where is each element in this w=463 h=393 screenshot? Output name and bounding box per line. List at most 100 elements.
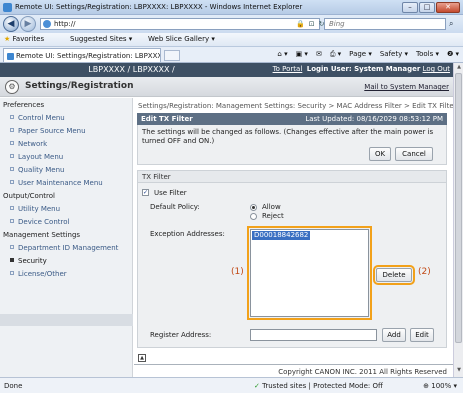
window-titlebar: Remote UI: Settings/Registration: LBPXXX… [0, 0, 463, 15]
tools-menu[interactable]: Tools ▾ [416, 50, 439, 59]
zoom-icon: ⊕ [423, 382, 429, 390]
sidebar-item-user-maintenance-menu[interactable]: User Maintenance Menu [10, 179, 103, 187]
sidebar-item-device-control[interactable]: Device Control [10, 218, 69, 226]
mail-icon[interactable]: ✉ [316, 50, 322, 59]
edit-tx-filter-title: Edit TX Filter [141, 115, 193, 123]
breadcrumb: Settings/Registration: Management Settin… [138, 102, 453, 110]
device-name: LBPXXXX / LBPXXXX / [88, 65, 175, 74]
sidebar-item-paper-source-menu[interactable]: Paper Source Menu [10, 127, 86, 135]
notice-text: The settings will be changed as follows.… [142, 128, 434, 145]
page-viewport: LBPXXXX / LBPXXXX / To Portal Login User… [0, 63, 453, 377]
delete-button[interactable]: Delete [373, 265, 415, 285]
cancel-button[interactable]: Cancel [395, 147, 433, 161]
lock-icon[interactable]: 🔒 [296, 20, 305, 28]
favorites-bar: ★ Favorites Suggested Sites ▾ Web Slice … [0, 33, 463, 47]
address-url[interactable]: http:// [54, 20, 75, 28]
scroll-down-icon[interactable]: ▼ [455, 367, 463, 375]
security-zone[interactable]: ✓ Trusted sites | Protected Mode: Off [254, 382, 383, 390]
to-portal-link[interactable]: To Portal [273, 65, 303, 73]
register-address-input[interactable] [250, 329, 377, 341]
settings-header: ⚙ Settings/Registration Mail to System M… [0, 77, 453, 97]
tx-filter-form: ✓ Use Filter Default Policy: Allow Rejec… [137, 183, 447, 348]
scrollbar-thumb[interactable] [455, 73, 462, 343]
sidebar: Preferences Control Menu Paper Source Me… [0, 98, 133, 377]
star-icon: ★ [4, 35, 11, 43]
back-to-top-icon[interactable]: ▲ [138, 354, 146, 362]
main-content: Settings/Registration: Management Settin… [134, 98, 453, 377]
reject-label: Reject [262, 212, 284, 220]
log-out-link[interactable]: Log Out [423, 65, 450, 73]
sidebar-item-utility-menu[interactable]: Utility Menu [10, 205, 60, 213]
forward-button[interactable]: ▶ [20, 16, 36, 32]
page-title: Settings/Registration [25, 81, 134, 91]
mail-to-manager-link[interactable]: Mail to System Manager [364, 83, 449, 91]
list-item[interactable]: D00018842682 [252, 231, 311, 240]
feeds-icon[interactable]: ▣ ▾ [296, 50, 308, 59]
window-title: Remote UI: Settings/Registration: LBPXXX… [15, 3, 303, 11]
home-icon[interactable]: ⌂ ▾ [277, 50, 287, 59]
exception-addresses-list[interactable]: D00018842682 [247, 226, 372, 320]
safety-menu[interactable]: Safety ▾ [380, 50, 408, 59]
reject-radio[interactable] [250, 213, 257, 220]
tab-label: Remote UI: Settings/Registration: LBPXXX… [16, 52, 160, 60]
new-tab-button[interactable] [164, 50, 180, 61]
minimize-button[interactable]: – [402, 2, 418, 13]
sidebar-category-management-settings[interactable]: Management Settings [3, 231, 80, 239]
sidebar-item-quality-menu[interactable]: Quality Menu [10, 166, 64, 174]
ie-icon [3, 3, 12, 12]
exception-addresses-label: Exception Addresses: [150, 230, 225, 238]
sidebar-active-highlight [0, 314, 133, 326]
sidebar-category-output-control[interactable]: Output/Control [3, 192, 55, 200]
edit-button[interactable]: Edit [410, 328, 434, 342]
register-address-label: Register Address: [150, 331, 212, 339]
use-filter-label: Use Filter [154, 189, 187, 197]
add-button[interactable]: Add [382, 328, 406, 342]
page-menu[interactable]: Page ▾ [349, 50, 372, 59]
web-slice-gallery-link[interactable]: Web Slice Gallery ▾ [148, 35, 215, 43]
address-bar[interactable]: http:// [40, 18, 320, 30]
sidebar-item-license-other[interactable]: License/Other [10, 270, 67, 278]
device-header: LBPXXXX / LBPXXXX / To Portal Login User… [0, 63, 453, 77]
sidebar-item-network[interactable]: Network [10, 140, 47, 148]
vertical-scrollbar[interactable]: ▲ ▼ [453, 63, 463, 377]
browser-tab[interactable]: Remote UI: Settings/Registration: LBPXXX… [3, 48, 161, 62]
tx-filter-header: TX Filter [137, 170, 447, 183]
status-text: Done [4, 382, 23, 390]
use-filter-checkbox[interactable]: ✓ [142, 189, 149, 196]
favorites-button[interactable]: ★ Favorites [4, 35, 44, 43]
default-policy-label: Default Policy: [150, 203, 200, 211]
help-icon[interactable]: ❷ ▾ [447, 50, 459, 59]
allow-radio[interactable] [250, 204, 257, 211]
scroll-up-icon[interactable]: ▲ [455, 64, 463, 72]
search-icon[interactable]: ⌕ [449, 19, 453, 29]
check-icon: ✓ [254, 382, 260, 390]
edit-tx-filter-bar: Edit TX Filter Last Updated: 08/16/2029 … [137, 113, 447, 125]
sidebar-item-layout-menu[interactable]: Layout Menu [10, 153, 63, 161]
callout-2: (2) [418, 267, 431, 277]
sidebar-category-preferences[interactable]: Preferences [3, 101, 44, 109]
print-icon[interactable]: ⎙ ▾ [330, 50, 341, 59]
ok-button[interactable]: OK [369, 147, 391, 161]
sidebar-item-security[interactable]: Security [10, 257, 47, 265]
maximize-button[interactable]: □ [419, 2, 435, 13]
gear-icon: ⚙ [5, 80, 19, 94]
compatibility-icon[interactable]: ⊡ [309, 20, 315, 28]
close-button[interactable]: ✕ [436, 2, 460, 13]
back-button[interactable]: ◀ [3, 16, 19, 32]
notice-box: The settings will be changed as follows.… [137, 125, 447, 165]
navigation-bar: ◀ ▶ http:// 🔒 ⊡ ↻ ✕ Bing ⌕ [0, 15, 463, 33]
callout-1: (1) [231, 267, 244, 277]
search-input[interactable]: Bing [324, 18, 446, 30]
sidebar-item-control-menu[interactable]: Control Menu [10, 114, 65, 122]
copyright-text: Copyright CANON INC. 2011 All Rights Res… [278, 368, 447, 376]
search-placeholder: Bing [329, 20, 345, 28]
suggested-sites-link[interactable]: Suggested Sites ▾ [70, 35, 132, 43]
sidebar-item-department-id-management[interactable]: Department ID Management [10, 244, 118, 252]
allow-label: Allow [262, 203, 281, 211]
tab-icon [7, 53, 14, 60]
page-icon [43, 20, 51, 28]
tab-row: Remote UI: Settings/Registration: LBPXXX… [0, 47, 463, 63]
last-updated: Last Updated: 08/16/2029 08:53:12 PM [305, 115, 443, 123]
footer-divider [134, 364, 453, 365]
zoom-control[interactable]: ⊕ 100% ▾ [423, 382, 457, 390]
